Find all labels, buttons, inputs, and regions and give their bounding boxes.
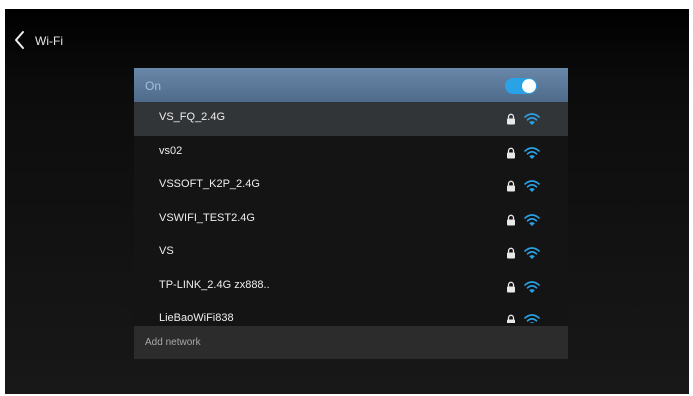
lock-icon [507,247,515,259]
wifi-settings-screen: Wi-Fi On VS_FQ_2.4G vs02 VSSOFT_K2P_2.4G VS… [5,9,689,394]
add-network-label: Add network [145,337,201,348]
network-name: VS_FQ_2.4G [159,111,226,123]
network-item[interactable]: VS [134,236,568,270]
network-item[interactable]: vs02 [134,136,568,170]
network-item[interactable]: VSWIFI_TEST2.4G [134,203,568,237]
lock-icon [507,113,515,125]
network-name: VS [159,245,174,257]
network-list: VS_FQ_2.4G vs02 VSSOFT_K2P_2.4G VSWIFI_TEST… [134,102,568,323]
wifi-signal-icon [524,213,540,226]
network-name: VSWIFI_TEST2.4G [159,211,255,224]
wifi-signal-icon [524,314,540,323]
lock-icon [507,214,515,225]
network-item[interactable]: TP-LINK_2.4G zx888.. [134,270,568,304]
wifi-signal-icon [524,247,540,259]
toggle-knob [522,79,536,93]
network-item[interactable]: LieBaoWiFi838 [134,303,568,323]
network-name: vs02 [159,144,183,157]
wifi-signal-icon [524,113,540,125]
wifi-signal-icon [524,280,540,293]
back-button[interactable] [11,29,29,51]
wifi-panel: On VS_FQ_2.4G vs02 VSSOFT_K2P_2.4G VSWIFI_T… [134,68,568,359]
wifi-toggle-row[interactable]: On [134,68,568,102]
network-name: VSSOFT_K2P_2.4G [159,178,260,190]
network-name: LieBaoWiFi838 [159,312,234,323]
header: Wi-Fi [5,9,689,59]
wifi-toggle-switch[interactable] [505,78,537,94]
network-item[interactable]: VSSOFT_K2P_2.4G [134,169,568,203]
lock-icon [507,147,515,158]
network-item[interactable]: VS_FQ_2.4G [134,102,568,136]
page-title: Wi-Fi [35,34,63,48]
wifi-signal-icon [524,146,540,159]
lock-icon [507,281,515,292]
network-name: TP-LINK_2.4G zx888.. [159,278,270,291]
wifi-toggle-label: On [145,79,162,93]
chevron-left-icon [15,31,24,49]
lock-icon [507,180,515,192]
add-network-button[interactable]: Add network [134,326,568,359]
wifi-signal-icon [524,180,540,192]
lock-icon [507,314,515,323]
